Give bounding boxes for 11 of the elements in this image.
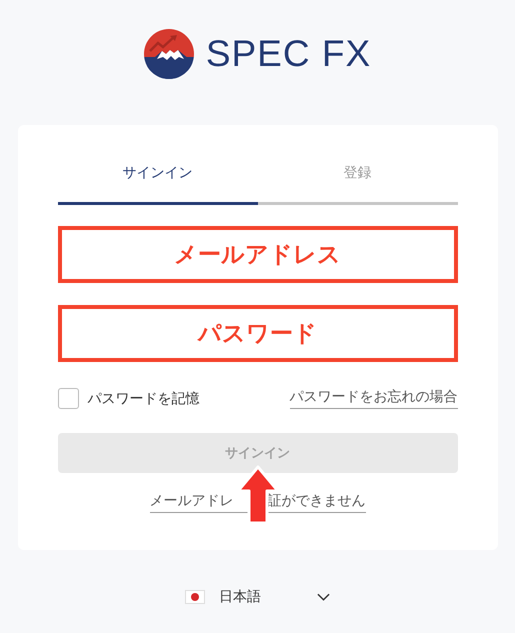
- logo-text: SPEC FX: [206, 33, 372, 75]
- checkbox[interactable]: [58, 388, 78, 409]
- flag-icon: [185, 590, 205, 604]
- remember-label: パスワードを記憶: [88, 390, 200, 408]
- annotation-box: メールアドレス: [58, 226, 458, 283]
- logo-icon: [144, 29, 194, 79]
- language-label: 日本語: [219, 588, 261, 606]
- chevron-down-icon[interactable]: [317, 593, 330, 601]
- tab[interactable]: サインイン: [58, 155, 258, 205]
- forgot-password-link[interactable]: パスワードをお忘れの場合: [290, 388, 458, 409]
- annotation-box: パスワード: [58, 305, 458, 362]
